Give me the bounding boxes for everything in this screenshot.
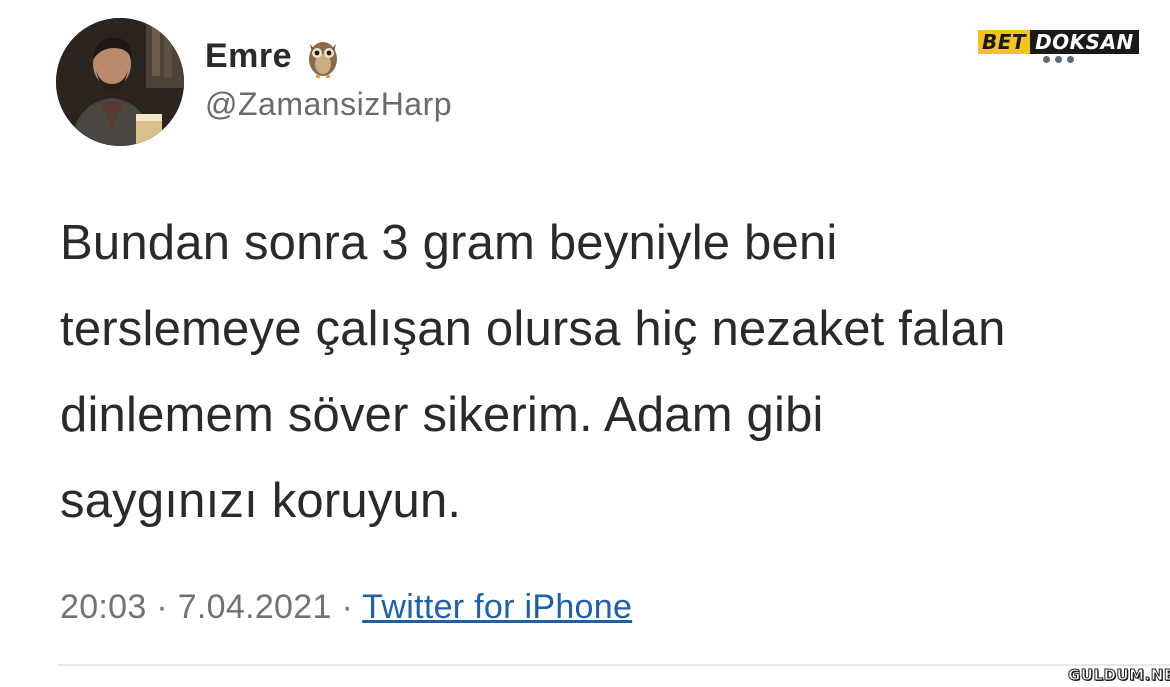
tweet-text-line: terslemeye çalışan olursa hiç nezaket fa… [60,302,1006,356]
brand-dot [1042,56,1050,63]
tweet-text-line: saygınızı koruyun. [60,474,462,528]
site-watermark: GULDUM.NET [1067,666,1170,685]
tweet-body: Bundan sonra 3 gram beyniyle beni tersle… [60,200,1120,544]
divider [58,664,1170,666]
meta-separator: · [156,588,168,626]
tweet-time[interactable]: 20:03 [60,588,147,626]
avatar-photo [56,18,184,146]
meta-separator: · [341,588,354,626]
brand-dot [1066,56,1074,63]
brand-right: DOKSAN [1030,30,1139,54]
brand-left: BET [978,30,1031,54]
author-name-row: Emre [205,34,340,78]
author-avatar[interactable] [56,18,184,146]
tweet-text-line: Bundan sonra 3 gram beyniyle beni [60,216,838,270]
tweet-source-link[interactable]: Twitter for iPhone [362,588,632,626]
tweet-meta: 20:03 · 7.04.2021 · Twitter for iPhone [60,588,632,627]
tweet-text-line: dinlemem söver sikerim. Adam gibi [60,388,824,442]
author-handle[interactable]: @ZamansizHarp [205,86,452,123]
betdoksan-logo: BET DOKSAN [978,30,1139,63]
brand-dots [1042,56,1074,63]
tweet-date[interactable]: 7.04.2021 [178,588,332,626]
brand-wordmark: BET DOKSAN [978,30,1139,54]
owl-icon [309,42,338,78]
brand-dot [1054,56,1062,63]
author-name[interactable]: Emre [205,37,292,76]
